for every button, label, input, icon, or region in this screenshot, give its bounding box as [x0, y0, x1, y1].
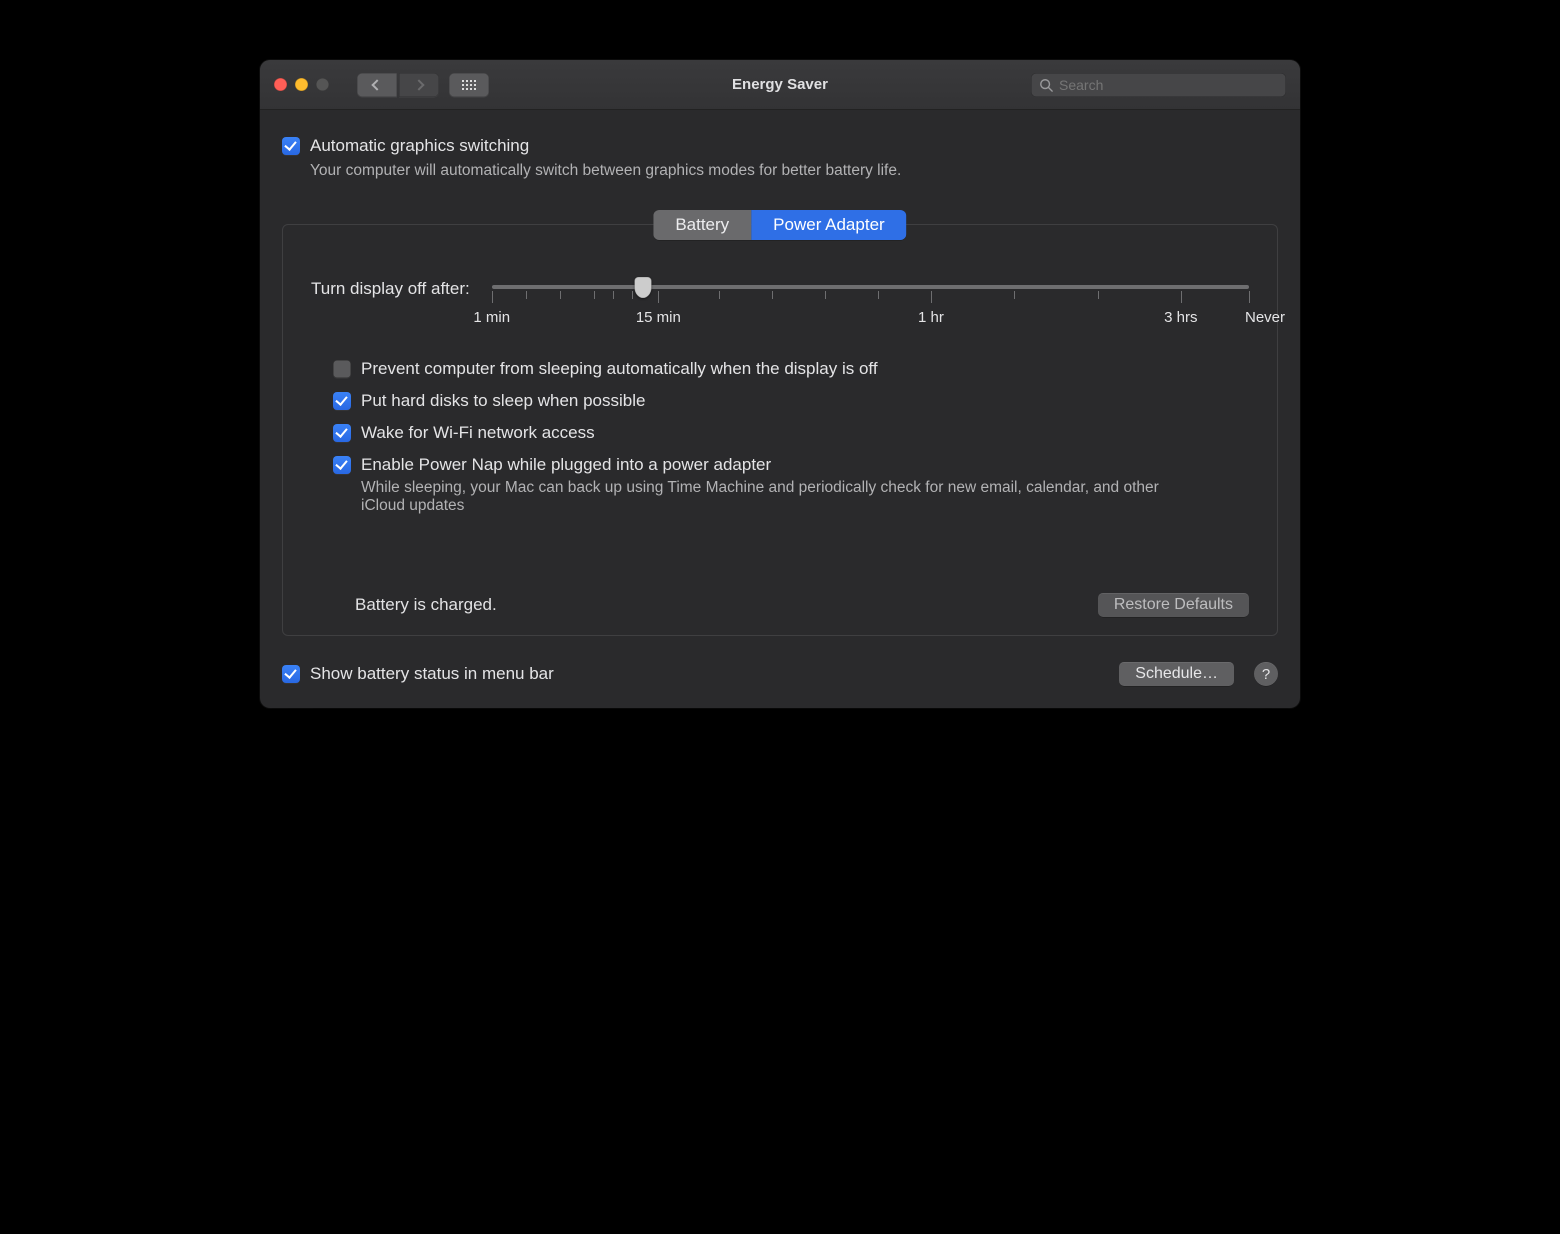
tab-power-adapter[interactable]: Power Adapter — [751, 210, 907, 240]
power-source-tabs: Battery Power Adapter — [653, 210, 906, 240]
hard-disks-row: Put hard disks to sleep when possible — [333, 391, 1249, 411]
power-nap-row: Enable Power Nap while plugged into a po… — [333, 455, 1249, 515]
titlebar: Energy Saver — [260, 60, 1300, 110]
minimize-button[interactable] — [295, 78, 308, 91]
display-sleep-slider[interactable]: 1 min 15 min 1 hr 3 hrs Never — [492, 279, 1249, 329]
slider-tick-labels: 1 min 15 min 1 hr 3 hrs Never — [492, 309, 1249, 329]
traffic-lights — [274, 78, 347, 91]
bottom-right-controls: Schedule… ? — [1119, 662, 1278, 686]
bottom-row: Show battery status in menu bar Schedule… — [282, 662, 1278, 686]
display-sleep-label: Turn display off after: — [311, 279, 470, 299]
auto-graphics-description: Your computer will automatically switch … — [310, 162, 901, 180]
auto-graphics-row: Automatic graphics switching Your comput… — [282, 136, 1278, 180]
help-button[interactable]: ? — [1254, 662, 1278, 686]
panel-footer: Battery is charged. Restore Defaults — [311, 593, 1249, 617]
auto-graphics-label: Automatic graphics switching — [310, 136, 901, 156]
prevent-sleep-row: Prevent computer from sleeping automatic… — [333, 359, 1249, 379]
power-nap-label: Enable Power Nap while plugged into a po… — [361, 455, 1161, 475]
close-button[interactable] — [274, 78, 287, 91]
show-battery-checkbox[interactable] — [282, 665, 300, 683]
prevent-sleep-checkbox[interactable] — [333, 360, 351, 378]
restore-defaults-button[interactable]: Restore Defaults — [1098, 593, 1249, 617]
forward-button[interactable] — [399, 73, 439, 97]
back-button[interactable] — [357, 73, 397, 97]
nav-buttons — [357, 73, 439, 97]
wake-wifi-row: Wake for Wi-Fi network access — [333, 423, 1249, 443]
battery-status-text: Battery is charged. — [355, 595, 497, 615]
show-all-button[interactable] — [449, 73, 489, 97]
power-nap-description: While sleeping, your Mac can back up usi… — [361, 479, 1161, 515]
display-sleep-row: Turn display off after: — [311, 279, 1249, 329]
search-input[interactable] — [1059, 77, 1278, 93]
chevron-right-icon — [413, 79, 424, 90]
show-battery-row: Show battery status in menu bar — [282, 664, 554, 684]
power-nap-checkbox[interactable] — [333, 456, 351, 474]
prevent-sleep-label: Prevent computer from sleeping automatic… — [361, 359, 878, 379]
hard-disks-checkbox[interactable] — [333, 392, 351, 410]
chevron-left-icon — [371, 79, 382, 90]
show-battery-label: Show battery status in menu bar — [310, 664, 554, 684]
wake-wifi-label: Wake for Wi-Fi network access — [361, 423, 595, 443]
hard-disks-label: Put hard disks to sleep when possible — [361, 391, 645, 411]
search-field[interactable] — [1031, 73, 1286, 97]
slider-ticks — [492, 291, 1249, 305]
auto-graphics-checkbox[interactable] — [282, 137, 300, 155]
show-all-group — [449, 73, 489, 97]
wake-wifi-checkbox[interactable] — [333, 424, 351, 442]
power-options: Prevent computer from sleeping automatic… — [311, 359, 1249, 515]
content-area: Automatic graphics switching Your comput… — [260, 110, 1300, 708]
preferences-window: Energy Saver Automatic graphics switchin… — [260, 60, 1300, 708]
grid-icon — [461, 79, 477, 91]
tab-battery[interactable]: Battery — [653, 210, 751, 240]
search-icon — [1039, 78, 1053, 92]
zoom-button[interactable] — [316, 78, 329, 91]
schedule-button[interactable]: Schedule… — [1119, 662, 1234, 686]
power-panel: Battery Power Adapter Turn display off a… — [282, 224, 1278, 636]
